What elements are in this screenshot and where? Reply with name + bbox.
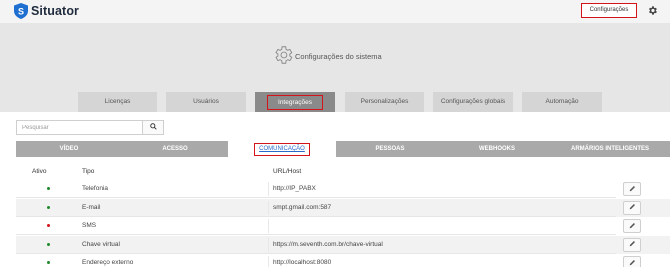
tab-comunicacao[interactable]: COMUNICAÇÃO: [228, 141, 336, 157]
main-tabs: Licenças Usuários Integrações Personaliz…: [0, 92, 670, 112]
page-title: Configurações do sistema: [295, 51, 382, 61]
cell-tipo: SMS: [82, 222, 97, 229]
table-row: E-mail smpt.gmail.com:587: [16, 198, 670, 217]
edit-button[interactable]: [623, 256, 641, 267]
cell-url: http://localhost:8080: [273, 259, 332, 266]
tab-webhooks[interactable]: WEBHOOKS: [444, 141, 550, 157]
tab-video[interactable]: VÍDEO: [16, 141, 122, 157]
pencil-icon: [629, 203, 636, 212]
status-inactive-indicator: [47, 224, 50, 227]
page-title-block: Configurações do sistema: [272, 44, 382, 68]
column-header-url: URL/Host: [273, 168, 302, 175]
svg-text:S: S: [18, 7, 24, 17]
search-input[interactable]: [16, 120, 143, 135]
search-bar: [16, 120, 164, 135]
app-logo: S Situator: [14, 3, 79, 19]
status-active-indicator: [47, 187, 50, 190]
column-divider: [268, 200, 269, 215]
column-header-ativo: Ativo: [32, 168, 47, 175]
tab-armarios-inteligentes[interactable]: ARMÁRIOS INTELIGENTES: [550, 141, 670, 157]
edit-button[interactable]: [623, 237, 641, 252]
cell-tipo: E-mail: [82, 203, 101, 211]
settings-gears-icon: [272, 44, 294, 68]
pencil-icon: [629, 185, 636, 194]
table-row-cells: E-mail smpt.gmail.com:587: [16, 199, 616, 217]
table-row: Endereço externo http://localhost:8080: [16, 254, 670, 267]
pencil-icon: [629, 259, 636, 267]
pencil-icon: [629, 240, 636, 249]
status-active-indicator: [47, 205, 50, 209]
top-bar: S Situator Configurações: [0, 0, 670, 23]
search-button[interactable]: [143, 120, 164, 135]
status-active-indicator: [47, 242, 50, 246]
edit-button[interactable]: [623, 182, 641, 196]
table-row: Telefonia http://IP_PABX: [16, 180, 670, 198]
tab-automacao[interactable]: Automação: [522, 92, 602, 112]
pencil-icon: [629, 222, 636, 231]
column-divider: [268, 256, 269, 267]
column-divider: [268, 219, 269, 233]
tab-configuracoes-globais[interactable]: Configurações globais: [433, 92, 513, 112]
column-header-tipo: Tipo: [82, 168, 95, 175]
sub-tabs: VÍDEO ACESSO COMUNICAÇÃO PESSOAS WEBHOOK…: [16, 141, 670, 157]
table-row: Chave virtual https://m.seventh.com.br/ch…: [16, 235, 670, 254]
status-active-indicator: [47, 261, 50, 264]
cell-url: smpt.gmail.com:587: [273, 203, 332, 211]
tab-pessoas[interactable]: PESSOAS: [336, 141, 444, 157]
tab-personalizacoes[interactable]: Personalizações: [345, 92, 424, 112]
tab-licencas[interactable]: Licenças: [78, 92, 157, 112]
shield-logo-icon: S: [14, 3, 28, 19]
gear-icon[interactable]: [647, 5, 658, 16]
edit-button[interactable]: [623, 200, 641, 215]
search-icon: [149, 123, 157, 132]
tab-integracoes[interactable]: Integrações: [255, 92, 335, 112]
cell-url: http://IP_PABX: [273, 185, 316, 192]
column-divider: [268, 182, 269, 196]
tab-usuarios[interactable]: Usuários: [166, 92, 246, 112]
table-row: SMS: [16, 217, 670, 235]
cell-tipo: Chave virtual: [82, 240, 120, 248]
cell-url: https://m.seventh.com.br/chave-virtual: [273, 240, 383, 248]
table-row-cells: Endereço externo http://localhost:8080: [16, 254, 616, 267]
cell-tipo: Endereço externo: [82, 259, 134, 266]
cell-tipo: Telefonia: [82, 185, 109, 192]
app-name: Situator: [31, 4, 80, 18]
tab-acesso[interactable]: ACESSO: [122, 141, 228, 157]
table-row-cells: Chave virtual https://m.seventh.com.br/ch…: [16, 236, 616, 254]
edit-button[interactable]: [623, 219, 641, 233]
settings-button[interactable]: Configurações: [581, 3, 637, 18]
table-header: Ativo Tipo URL/Host: [0, 168, 670, 178]
column-divider: [268, 237, 269, 252]
table-row-cells: Telefonia http://IP_PABX: [16, 180, 616, 198]
table-row-cells: SMS: [16, 217, 616, 235]
